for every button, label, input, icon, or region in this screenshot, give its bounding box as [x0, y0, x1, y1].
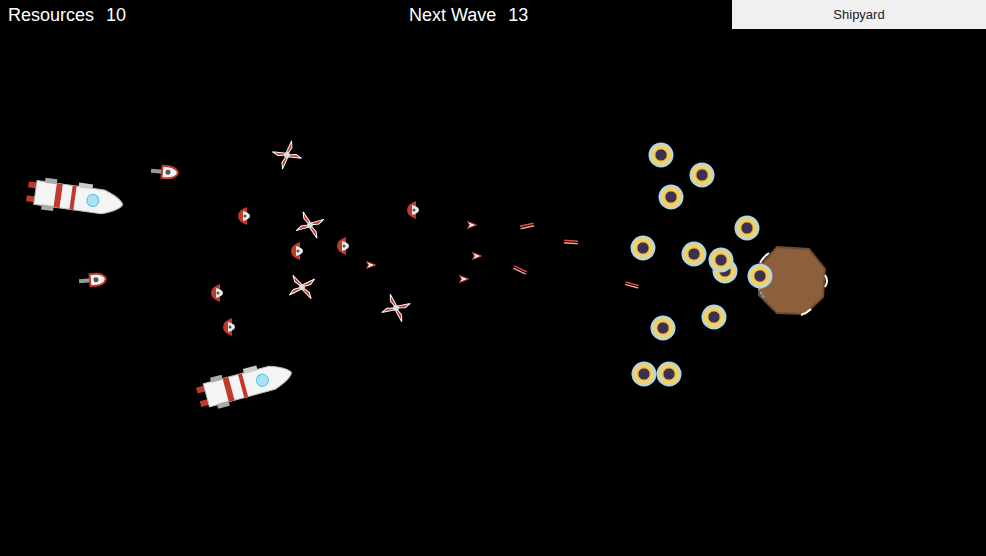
pod-icon [237, 206, 251, 226]
enemy-pod [336, 236, 350, 256]
laser-icon [564, 239, 578, 245]
enemy-cruiser [22, 169, 127, 226]
enemy-drone [467, 221, 478, 230]
enemy-pod [222, 317, 236, 337]
fighter-icon [377, 289, 414, 326]
laser-icon [513, 265, 528, 275]
defender-ring [681, 241, 707, 267]
projectile-laser [564, 239, 578, 245]
drone-icon [472, 252, 483, 261]
enemy-fighter [286, 271, 318, 303]
defender-ring [689, 162, 715, 188]
pod-icon [406, 200, 420, 220]
enemy-pod [210, 283, 224, 303]
defense-drone-icon [689, 162, 715, 188]
defender-ring [747, 263, 773, 289]
defense-drone-icon [658, 184, 684, 210]
drone-icon [467, 221, 478, 230]
pod-icon [222, 317, 236, 337]
fighter-icon [286, 271, 318, 303]
defender-ring [631, 361, 657, 387]
enemy-drone [459, 275, 470, 284]
defense-drone-icon [747, 263, 773, 289]
projectile-laser [625, 281, 640, 289]
enemy-pod [237, 206, 251, 226]
defense-drone-icon [701, 304, 727, 330]
enemy-gunship [77, 270, 108, 291]
gunship-icon [77, 270, 108, 291]
gunship-icon [149, 162, 180, 183]
game-screen[interactable]: Resources 10 Next Wave 13 Shipyard [0, 0, 986, 556]
projectile-laser [520, 222, 535, 230]
defense-drone-icon [648, 142, 674, 168]
enemy-pod [406, 200, 420, 220]
enemy-fighter [377, 289, 414, 326]
defender-ring [648, 142, 674, 168]
hud-bar: Resources 10 Next Wave 13 Shipyard [0, 0, 986, 29]
enemy-drone [472, 252, 483, 261]
defender-ring [701, 304, 727, 330]
enemy-drone [366, 261, 377, 270]
drone-icon [459, 275, 470, 284]
resources-value: 10 [106, 5, 126, 26]
defense-drone-icon [631, 361, 657, 387]
enemy-pod [290, 241, 304, 261]
enemy-fighter [292, 207, 328, 243]
defender-ring [630, 235, 656, 261]
laser-icon [520, 222, 535, 230]
defender-ring [708, 247, 734, 273]
next-wave-label: Next Wave [409, 5, 496, 26]
enemy-gunship [149, 162, 180, 183]
defender-ring [656, 361, 682, 387]
drone-icon [366, 261, 377, 270]
defender-ring [734, 215, 760, 241]
enemy-fighter [268, 136, 306, 174]
pod-icon [290, 241, 304, 261]
shipyard-button[interactable]: Shipyard [732, 0, 986, 29]
defense-drone-icon [630, 235, 656, 261]
defender-ring [650, 315, 676, 341]
resources-label: Resources [8, 5, 94, 26]
defense-drone-icon [650, 315, 676, 341]
next-wave-counter: Next Wave 13 [409, 0, 732, 29]
laser-icon [625, 281, 640, 289]
defender-ring [658, 184, 684, 210]
cruiser-icon [22, 169, 127, 226]
cruiser-icon [191, 351, 299, 419]
defense-drone-icon [681, 241, 707, 267]
enemy-cruiser [191, 351, 299, 419]
defense-drone-icon [734, 215, 760, 241]
pod-icon [336, 236, 350, 256]
fighter-icon [268, 136, 306, 174]
defense-drone-icon [656, 361, 682, 387]
pod-icon [210, 283, 224, 303]
defense-drone-icon [708, 247, 734, 273]
next-wave-value: 13 [508, 5, 528, 26]
resources-counter: Resources 10 [8, 0, 409, 29]
projectile-laser [513, 265, 528, 275]
fighter-icon [292, 207, 328, 243]
